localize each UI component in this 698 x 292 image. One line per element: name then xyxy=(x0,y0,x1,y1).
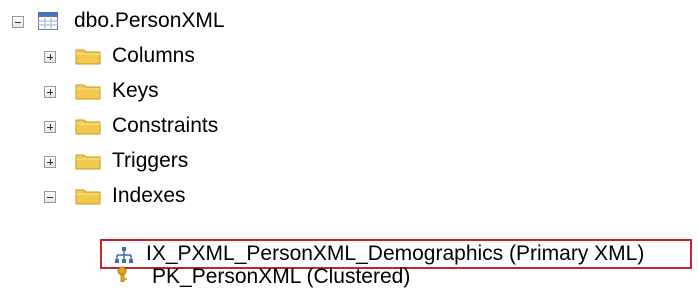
table-icon xyxy=(38,12,58,30)
folder-icon xyxy=(75,47,101,65)
tree-node-dbo-personxml[interactable]: dbo.PersonXML xyxy=(0,6,400,36)
collapse-icon[interactable] xyxy=(12,16,24,28)
folder-icon xyxy=(75,82,101,100)
expand-icon[interactable] xyxy=(44,156,56,168)
expand-icon[interactable] xyxy=(44,121,56,133)
tree-node-label: Triggers xyxy=(112,149,189,172)
tree-node-label: Constraints xyxy=(112,114,219,137)
tree-node-label: PK_PersonXML (Clustered) xyxy=(152,265,411,288)
tree-node-label: Columns xyxy=(112,44,195,67)
table-name-label: dbo.PersonXML xyxy=(74,9,225,32)
tree-node-columns[interactable]: Columns xyxy=(0,41,400,71)
expand-icon[interactable] xyxy=(44,86,56,98)
tree-node-indexes[interactable]: Indexes xyxy=(0,181,400,211)
tree-node-triggers[interactable]: Triggers xyxy=(0,146,400,176)
folder-icon xyxy=(75,152,101,170)
tree-node-keys[interactable]: Keys xyxy=(0,76,400,106)
tree-node-label: Indexes xyxy=(112,184,186,207)
expand-icon[interactable] xyxy=(44,51,56,63)
tree-node-index-pk[interactable]: PK_PersonXML (Clustered) xyxy=(0,252,500,288)
tree-node-constraints[interactable]: Constraints xyxy=(0,111,400,141)
folder-icon xyxy=(75,187,101,205)
tree-node-label: Keys xyxy=(112,79,159,102)
folder-icon xyxy=(75,117,101,135)
collapse-icon[interactable] xyxy=(44,191,56,203)
